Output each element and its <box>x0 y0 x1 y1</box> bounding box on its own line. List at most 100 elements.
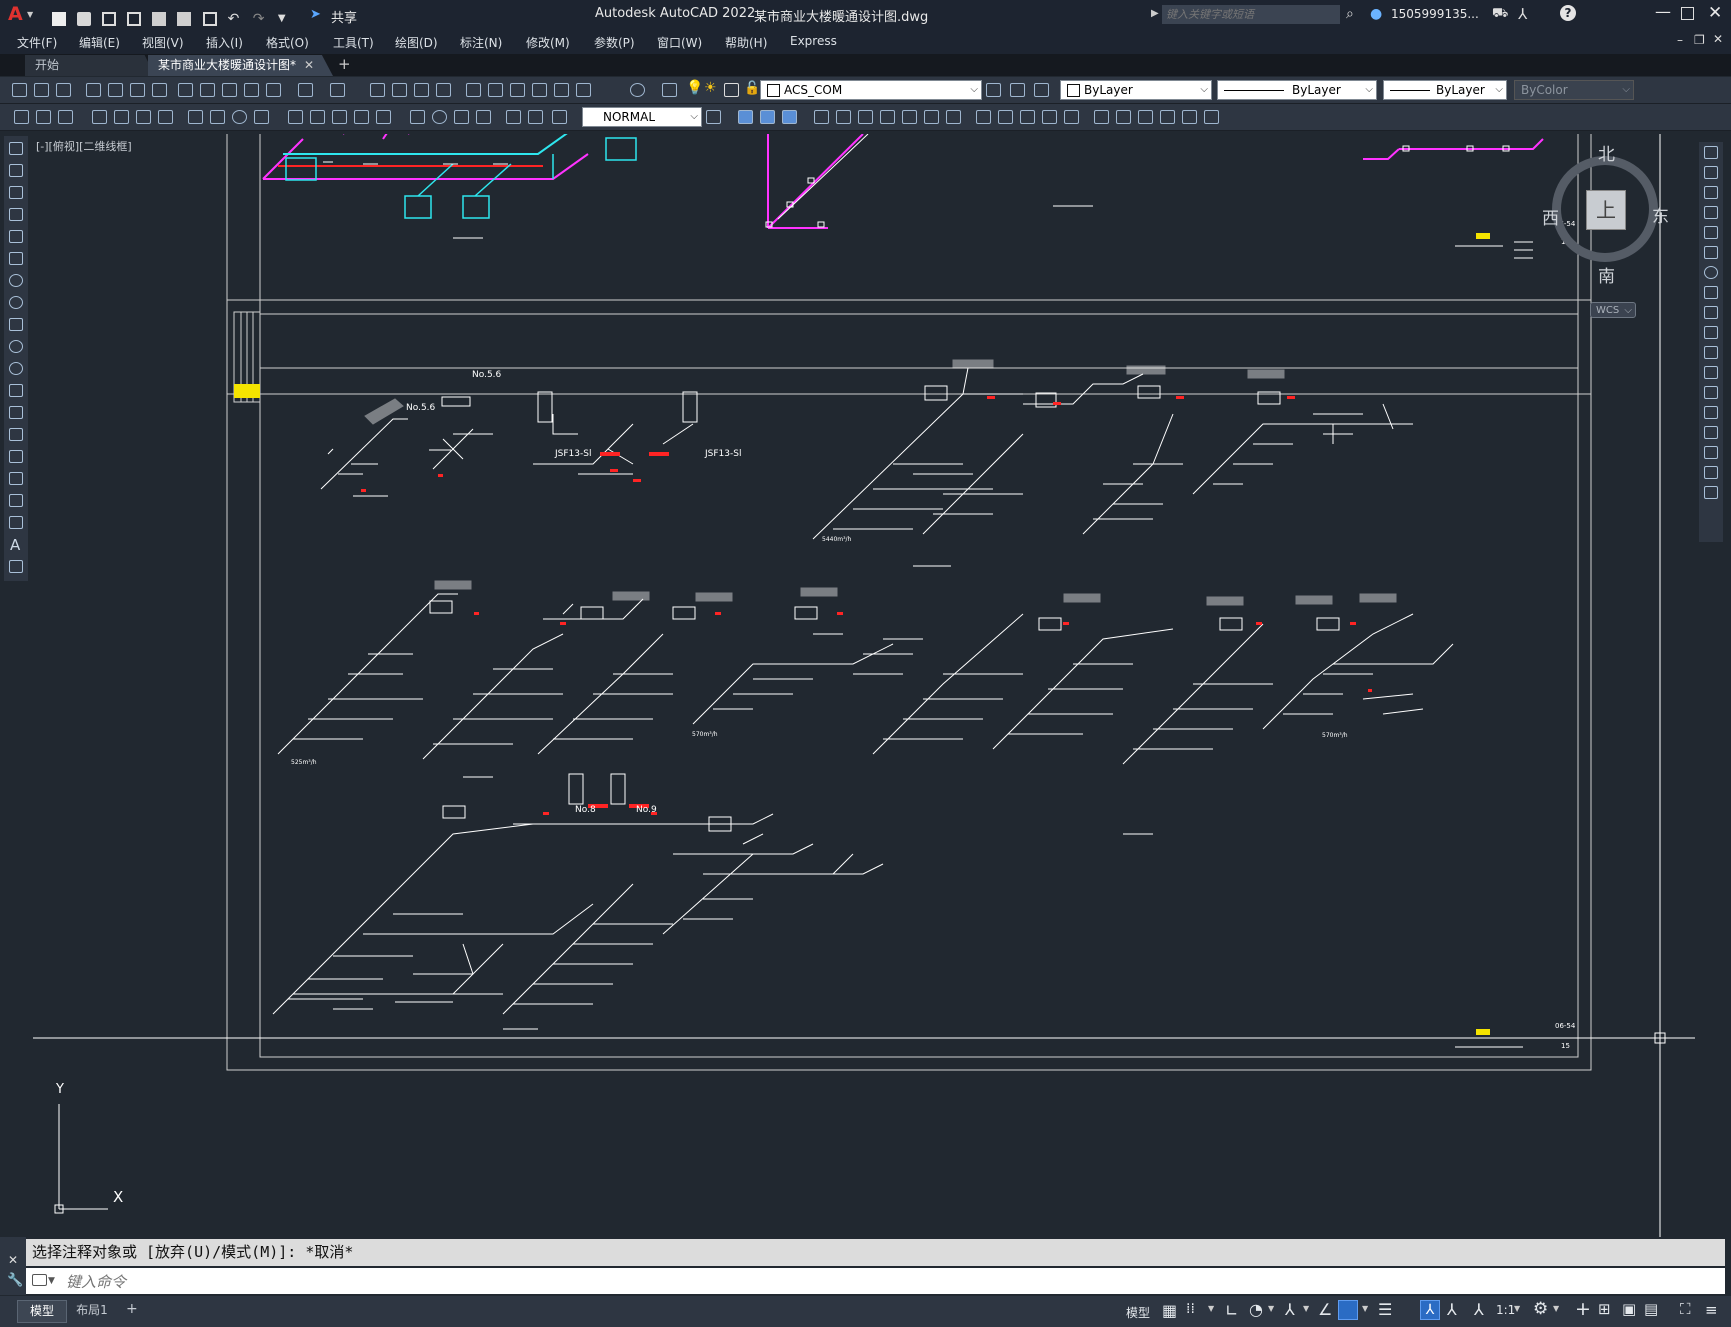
tab-model[interactable]: 模型 <box>17 1300 67 1323</box>
clean-icon[interactable] <box>1020 110 1035 124</box>
share-icon[interactable]: ➤ <box>310 7 321 22</box>
break-icon[interactable] <box>1704 386 1718 399</box>
properties-icon[interactable] <box>466 83 481 97</box>
help-tool-icon[interactable] <box>630 83 645 97</box>
compass-south[interactable]: 南 <box>1598 262 1615 287</box>
open-file-icon[interactable] <box>34 83 49 97</box>
rotate-faces-icon[interactable] <box>902 110 917 124</box>
ortho-icon[interactable]: ∟ <box>1225 1301 1238 1320</box>
grid-icon[interactable]: ▦ <box>1162 1301 1177 1320</box>
markup-icon[interactable] <box>554 83 569 97</box>
erase-icon[interactable] <box>1704 146 1718 159</box>
gradient-icon[interactable] <box>9 472 23 485</box>
tolerance-icon[interactable] <box>410 110 425 124</box>
auto-scale-icon[interactable]: ⅄ <box>1447 1300 1457 1319</box>
chevron-down-icon[interactable]: ▼ <box>48 1268 55 1294</box>
recent-commands-icon[interactable] <box>32 1274 47 1286</box>
chevron-down-icon[interactable]: ▼ <box>1303 1304 1309 1313</box>
undo-icon[interactable]: ↶ <box>228 12 242 26</box>
angular-dimension-icon[interactable] <box>254 110 269 124</box>
annotation-monitor-icon[interactable]: + <box>1575 1298 1591 1320</box>
dimension-text-edit-icon[interactable] <box>528 110 543 124</box>
plotstyle-combo[interactable]: ByColor ⌵ <box>1514 80 1634 100</box>
zoom-window-icon[interactable] <box>414 83 429 97</box>
interfere-icon[interactable] <box>1160 110 1175 124</box>
object-snap-icon[interactable] <box>1338 1300 1358 1320</box>
isolate-objects-icon[interactable]: ▣ <box>1622 1300 1636 1318</box>
chamfer-icon[interactable] <box>1704 426 1718 439</box>
customization-icon[interactable]: ≡ <box>1705 1301 1718 1319</box>
stretch-icon[interactable] <box>1704 306 1718 319</box>
autodesk-account-icon[interactable]: ⅄ <box>1518 5 1527 23</box>
command-input-area[interactable]: ▼ <box>26 1268 1725 1294</box>
block-editor-icon[interactable] <box>36 110 51 124</box>
solid-history-icon[interactable] <box>1182 110 1197 124</box>
arc-length-icon[interactable] <box>136 110 151 124</box>
layer-state-icon[interactable] <box>1034 83 1049 97</box>
tab-drawing[interactable]: 某市商业大楼暖通设计图* ✕ <box>148 55 333 76</box>
rotate-icon[interactable] <box>1704 266 1718 279</box>
zoom-realtime-icon[interactable] <box>392 83 407 97</box>
copy-icon[interactable] <box>200 83 215 97</box>
command-input[interactable] <box>64 1270 1718 1294</box>
hardware-acceleration-icon[interactable]: ▤ <box>1644 1300 1658 1318</box>
scale-value[interactable]: 1:1 <box>1496 1303 1515 1317</box>
menu-insert[interactable]: 插入(I) <box>206 34 243 51</box>
annotation-scale-icon[interactable]: ⅄ <box>1474 1300 1484 1319</box>
sheet-set-icon[interactable] <box>532 83 547 97</box>
qnew-icon[interactable] <box>12 83 27 97</box>
workspace-gear-icon[interactable]: ⚙ <box>1533 1299 1548 1319</box>
point-icon[interactable] <box>9 428 23 441</box>
polygon-icon[interactable] <box>9 208 23 221</box>
dimension-style-icon[interactable] <box>706 110 721 124</box>
circle-icon[interactable] <box>9 274 23 287</box>
menu-format[interactable]: 格式(O) <box>266 34 309 51</box>
share-button[interactable]: 共享 <box>331 7 357 26</box>
snap-icon[interactable]: ⁞⁞ <box>1186 1301 1195 1317</box>
redo-icon[interactable]: ↷ <box>253 12 267 26</box>
move-faces-icon[interactable] <box>836 110 851 124</box>
taper-faces-icon[interactable] <box>924 110 939 124</box>
units-icon[interactable]: ⊞ <box>1598 1300 1611 1318</box>
baseline-dimension-icon[interactable] <box>310 110 325 124</box>
compass-east[interactable]: 东 <box>1652 202 1669 227</box>
radius-dimension-icon[interactable] <box>188 110 203 124</box>
add-selected-icon[interactable] <box>9 560 23 573</box>
table-icon[interactable] <box>9 516 23 529</box>
layer-combo[interactable]: ACS_COM ⌵ <box>760 80 982 100</box>
viewcube-top-face[interactable]: 上 <box>1586 190 1626 230</box>
blend-curves-icon[interactable] <box>1704 466 1718 479</box>
extend-icon[interactable] <box>1704 346 1718 359</box>
compass-north[interactable]: 北 <box>1598 140 1615 165</box>
lineweight-combo[interactable]: ByLayer ⌵ <box>1383 80 1507 100</box>
open-web-icon[interactable] <box>152 11 167 26</box>
object-snap-tracking-icon[interactable]: ∠ <box>1318 1300 1332 1319</box>
design-center-icon[interactable] <box>488 83 503 97</box>
continue-dimension-icon[interactable] <box>332 110 347 124</box>
copy-faces-icon[interactable] <box>946 110 961 124</box>
spline-icon[interactable] <box>9 318 23 331</box>
add-layout-button[interactable]: + <box>126 1301 138 1317</box>
save-icon[interactable] <box>102 11 117 26</box>
customize-wrench-icon[interactable]: 🔧 <box>7 1273 23 1288</box>
chevron-down-icon[interactable]: ▼ <box>1208 1304 1214 1313</box>
move-icon[interactable] <box>1704 246 1718 259</box>
customize-chevron-icon[interactable]: ▼ <box>278 12 292 26</box>
print-icon[interactable] <box>86 83 101 97</box>
jogged-linear-icon[interactable] <box>476 110 491 124</box>
imprint-icon[interactable] <box>998 110 1013 124</box>
3d-print-icon[interactable] <box>152 83 167 97</box>
extrude-faces-icon[interactable] <box>814 110 829 124</box>
tab-close-icon[interactable]: ✕ <box>304 55 314 76</box>
construction-line-icon[interactable] <box>9 164 23 177</box>
save-web-icon[interactable] <box>177 11 192 26</box>
print-preview-icon[interactable] <box>108 83 123 97</box>
menu-modify[interactable]: 修改(M) <box>526 34 570 51</box>
inspection-icon[interactable] <box>454 110 469 124</box>
ordinate-dimension-icon[interactable] <box>158 110 173 124</box>
intersect-icon[interactable] <box>782 110 797 124</box>
attribute-icon[interactable] <box>58 110 73 124</box>
menu-edit[interactable]: 编辑(E) <box>79 34 120 51</box>
aligned-dimension-icon[interactable] <box>114 110 129 124</box>
save-file-icon[interactable] <box>56 83 71 97</box>
